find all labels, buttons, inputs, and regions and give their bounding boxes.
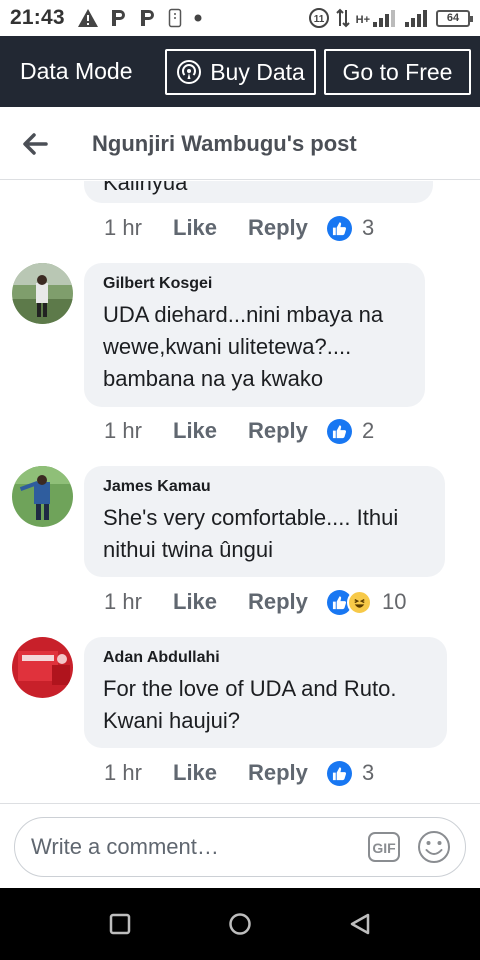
status-right: 11 H+ 64 <box>308 7 473 29</box>
status-time: 21:43 <box>10 6 65 29</box>
comment-actions: 1 hr Like Reply 2 <box>104 417 374 445</box>
like-reaction-icon <box>327 760 352 786</box>
android-nav-bar <box>0 888 480 960</box>
like-reaction-icon <box>327 215 352 241</box>
comment-bubble: Gilbert Kosgei UDA diehard...nini mbaya … <box>84 263 425 407</box>
go-to-free-label: Go to Free <box>342 58 453 85</box>
reaction-count: 2 <box>362 418 375 443</box>
data-mode-bar: Data Mode Buy Data Go to Free <box>0 36 480 107</box>
avatar[interactable] <box>12 637 73 698</box>
reactions[interactable]: 3 <box>327 760 374 786</box>
broadcast-icon <box>177 60 202 84</box>
data-mode-label: Data Mode <box>20 58 133 84</box>
comment-text-line: wewe,kwani ulitetewa?.... <box>103 334 352 359</box>
comment-text-line: UDA diehard...nini mbaya na <box>103 302 384 327</box>
like-link[interactable]: Like <box>173 589 248 615</box>
battery-icon: 64 <box>436 9 473 27</box>
comment-text-line: bambana na ya kwako <box>103 366 324 391</box>
buy-data-label: Buy Data <box>210 58 305 85</box>
like-link[interactable]: Like <box>173 760 248 786</box>
comment-actions: 1 hr Like Reply 3 <box>104 759 374 787</box>
comment-time: 1 hr <box>104 760 142 785</box>
comment-input[interactable]: Write a comment… GIF <box>14 817 466 877</box>
comment-text-line: She's very comfortable.... Ithui <box>103 505 399 530</box>
gif-label: GIF <box>372 840 396 856</box>
reply-link[interactable]: Reply <box>248 760 327 786</box>
comment-time: 1 hr <box>104 215 142 240</box>
reaction-count: 3 <box>362 215 375 240</box>
sim-icon <box>168 8 181 28</box>
reply-link[interactable]: Reply <box>248 589 327 615</box>
comment-bubble: Kalinyua <box>84 181 433 203</box>
comment-time: 1 hr <box>104 418 142 443</box>
comment-composer: Write a comment… GIF <box>0 803 480 888</box>
p-app-icon <box>111 10 125 26</box>
battery-level: 64 <box>446 12 460 24</box>
data-arrows-icon <box>335 8 350 28</box>
svg-text:11: 11 <box>313 14 324 25</box>
back-arrow-icon[interactable] <box>20 129 50 159</box>
reaction-count: 10 <box>382 589 407 614</box>
reactions[interactable]: 2 <box>327 418 374 444</box>
like-link[interactable]: Like <box>173 418 248 444</box>
status-bar: 21:43 11 H+ 64 <box>0 0 480 36</box>
buy-data-button[interactable]: Buy Data <box>165 49 316 95</box>
commenter-name[interactable]: Adan Abdullahi <box>103 649 428 667</box>
comment-text: Kalinyua <box>103 181 188 195</box>
back-nav-icon[interactable] <box>348 912 372 936</box>
commenter-name[interactable]: Gilbert Kosgei <box>103 275 406 293</box>
signal-icon <box>373 10 395 27</box>
like-link[interactable]: Like <box>173 215 248 241</box>
reply-link[interactable]: Reply <box>248 215 327 241</box>
signal-icon <box>405 10 427 27</box>
avatar[interactable] <box>12 466 73 527</box>
comment-text-line: nithui twina ûngui <box>103 537 274 562</box>
comment-actions: 1 hr Like Reply 3 <box>104 214 374 242</box>
recent-apps-icon[interactable] <box>108 912 132 936</box>
network-type-label: H+ <box>355 14 370 26</box>
comment-bubble: Adan Abdullahi For the love of UDA and R… <box>84 637 447 748</box>
post-title: Ngunjiri Wambugu's post <box>92 131 357 156</box>
reactions[interactable]: 10 <box>327 589 406 615</box>
reactions[interactable]: 3 <box>327 215 374 241</box>
dot-icon <box>194 14 202 22</box>
emoji-icon[interactable] <box>417 830 451 864</box>
haha-reaction-icon <box>347 589 372 615</box>
comments-feed[interactable]: Kalinyua 1 hr Like Reply 3 Gilbert Kosge… <box>0 181 480 803</box>
post-header: Ngunjiri Wambugu's post <box>0 107 480 180</box>
comment-placeholder: Write a comment… <box>31 834 219 859</box>
comment-text-line: Kwani haujui? <box>103 708 240 733</box>
reaction-count: 3 <box>362 760 375 785</box>
comment-bubble: James Kamau She's very comfortable.... I… <box>84 466 445 577</box>
comment-text-line: For the love of UDA and Ruto. <box>103 676 397 701</box>
data-saver-icon: 11 <box>308 8 329 28</box>
notification-icons <box>77 8 203 28</box>
p-app-icon <box>140 10 154 26</box>
home-icon[interactable] <box>228 912 252 936</box>
like-reaction-icon <box>327 418 352 444</box>
commenter-name[interactable]: James Kamau <box>103 478 426 496</box>
comment-time: 1 hr <box>104 589 142 614</box>
gif-icon[interactable]: GIF <box>367 831 401 863</box>
warning-icon <box>77 9 98 27</box>
go-to-free-button[interactable]: Go to Free <box>324 49 471 95</box>
reply-link[interactable]: Reply <box>248 418 327 444</box>
avatar[interactable] <box>12 263 73 324</box>
comment-actions: 1 hr Like Reply 10 <box>104 588 406 616</box>
